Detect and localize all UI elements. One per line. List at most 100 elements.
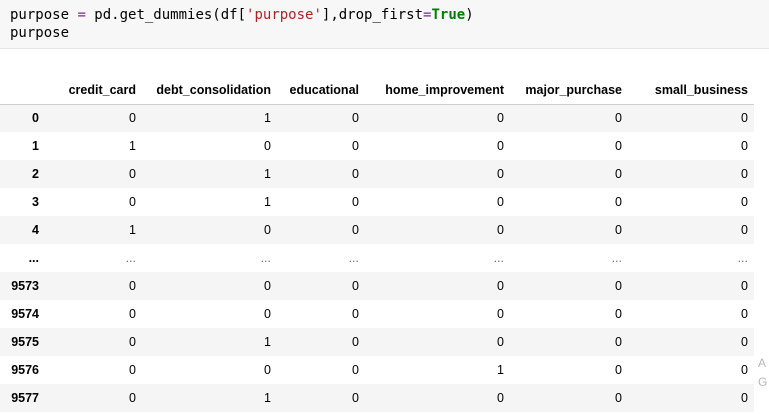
table-row: 0 0 1 0 0 0 0 [0,104,754,132]
row-index: 4 [32,223,39,237]
code-token-keyword: True [431,7,466,23]
table-cell: 1 [129,223,136,237]
table-cell: 0 [615,223,622,237]
watermark: A G [758,354,767,392]
column-header-index [0,76,52,105]
table-cell: 0 [497,335,504,349]
row-index: 0 [32,111,39,126]
code-line-2: purpose [10,25,70,41]
row-index: 2 [32,167,39,181]
table-cell: 0 [741,139,748,153]
table-cell: 1 [264,111,271,126]
table-cell: 0 [352,139,359,153]
table-header-row: credit_card debt_consolidation education… [0,76,754,105]
code-line-1: purpose = pd.get_dummies(df['purpose'],d… [10,6,769,24]
table-cell: 0 [352,195,359,209]
column-header: credit_card [52,76,142,105]
table-cell: 0 [129,335,136,349]
table-row: ..................... [0,244,754,272]
table-cell: 0 [741,307,748,321]
table-cell: ... [348,251,359,265]
watermark-line: A [758,356,767,370]
row-index: 1 [32,139,39,153]
table-cell: 0 [497,391,504,405]
table-cell: ... [611,251,622,265]
table-cell: 0 [497,139,504,153]
table-cell: 0 [741,279,748,293]
code-cell[interactable]: purpose = pd.get_dummies(df['purpose'],d… [0,0,769,49]
table-cell: 1 [264,167,271,181]
table-cell: 0 [741,195,748,209]
row-index: ... [28,251,39,265]
table-cell: 0 [615,391,622,405]
row-index: 9575 [11,335,39,349]
row-index: 9573 [11,279,39,293]
table-cell: 0 [497,307,504,321]
table-cell: 1 [264,335,271,349]
table-cell: 1 [129,139,136,153]
table-row: 9573 0 0 0 0 0 0 [0,272,754,300]
code-token-operator: = [77,7,86,23]
table-row: 9576 0 0 0 1 0 0 [0,356,754,384]
table-cell: 0 [615,363,622,377]
table-cell: 0 [352,391,359,405]
table-cell: 0 [615,111,622,126]
table-cell: 0 [352,167,359,181]
table-cell: 0 [497,111,504,126]
table-cell: 1 [264,391,271,405]
notebook-page: purpose = pd.get_dummies(df['purpose'],d… [0,0,769,414]
code-token-variable: purpose [10,7,78,23]
table-cell: 0 [615,139,622,153]
table-row: 1 1 0 0 0 0 0 [0,132,754,160]
table-cell: 0 [264,307,271,321]
table-cell: 0 [264,223,271,237]
dataframe-table: credit_card debt_consolidation education… [0,76,754,412]
table-cell: 0 [352,335,359,349]
table-cell: ... [737,251,748,265]
table-cell: 0 [264,139,271,153]
table-cell: 0 [264,363,271,377]
column-header: debt_consolidation [142,76,277,105]
table-row: 4 1 0 0 0 0 0 [0,216,754,244]
table-cell: 0 [129,195,136,209]
column-header: major_purchase [510,76,628,105]
table-cell: 0 [741,335,748,349]
table-row: 9575 0 1 0 0 0 0 [0,328,754,356]
table-cell: 1 [264,195,271,209]
table-row: 2 0 1 0 0 0 0 [0,160,754,188]
table-cell: 0 [129,111,136,126]
table-cell: 0 [129,167,136,181]
column-header: educational [277,76,365,105]
code-token-call: pd.get_dummies(df[ [85,7,247,23]
table-cell: 0 [129,391,136,405]
table-row: 3 0 1 0 0 0 0 [0,188,754,216]
table-cell: 0 [741,391,748,405]
table-row: 9577 0 1 0 0 0 0 [0,384,754,412]
row-index: 9576 [11,363,39,377]
table-cell: 0 [129,307,136,321]
table-cell: 0 [129,279,136,293]
table-cell: 0 [497,167,504,181]
table-cell: 0 [615,167,622,181]
table-cell: 0 [352,223,359,237]
code-token-argument: ],drop_first [321,7,424,23]
table-cell: 0 [741,167,748,181]
row-index: 9574 [11,307,39,321]
table-cell: 0 [264,279,271,293]
table-cell: 0 [615,307,622,321]
row-index: 3 [32,195,39,209]
code-token-paren: ) [465,7,474,23]
watermark-line: G [758,375,768,389]
code-token-string: 'purpose' [246,7,322,23]
table-cell: 0 [352,363,359,377]
table-cell: 0 [497,223,504,237]
row-index: 9577 [11,391,39,405]
table-cell: 0 [129,363,136,377]
table-row: 9574 0 0 0 0 0 0 [0,300,754,328]
table-cell: 0 [615,335,622,349]
table-cell: 0 [741,363,748,377]
table-cell: ... [260,251,271,265]
table-cell: 0 [352,279,359,293]
table-cell: ... [125,251,136,265]
table-cell: 0 [615,279,622,293]
